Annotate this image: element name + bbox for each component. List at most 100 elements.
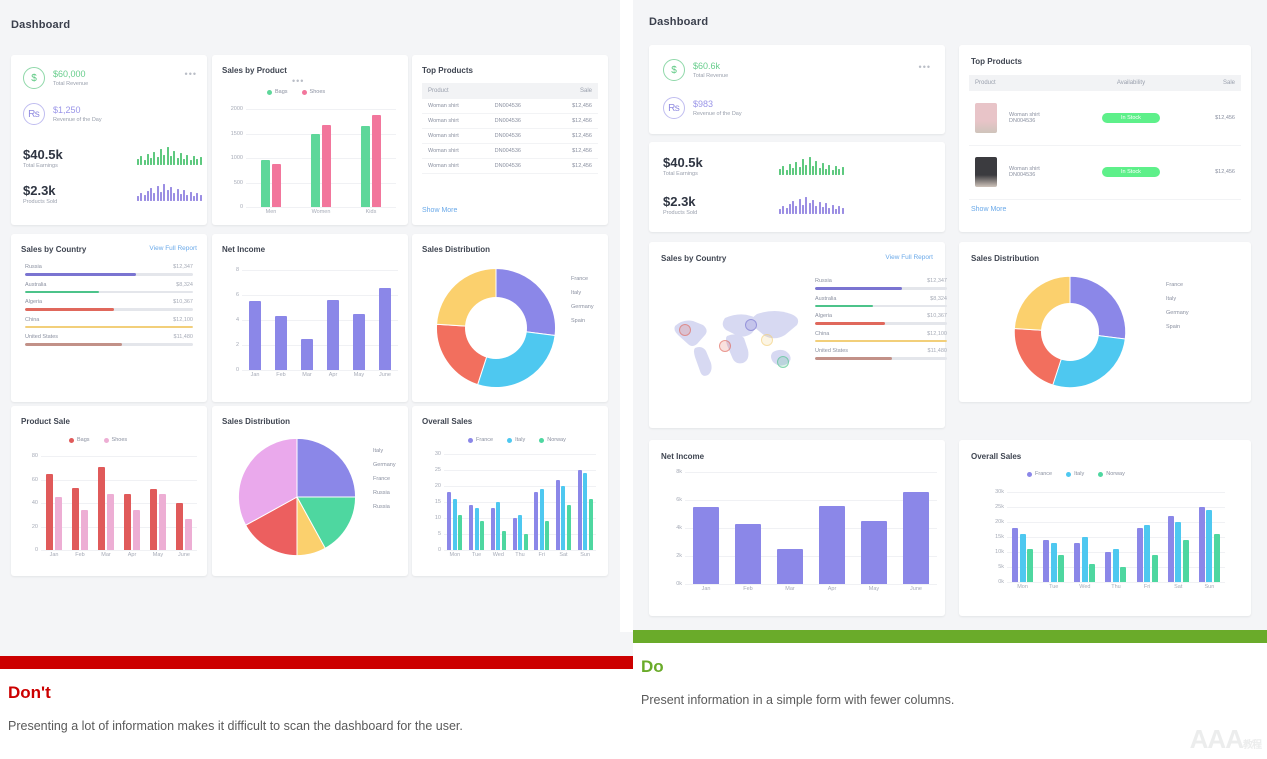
net-income-card: Net Income 0 2 4 6 8 Jan Feb Mar Apr May June: [212, 234, 408, 402]
bar[interactable]: [861, 521, 887, 584]
bar[interactable]: [46, 473, 54, 550]
map-bubble[interactable]: [719, 340, 731, 352]
bar[interactable]: [1198, 507, 1205, 582]
bar[interactable]: [534, 492, 539, 550]
show-more-link[interactable]: Show More: [422, 207, 457, 214]
x-axis-label: Thu: [515, 551, 525, 558]
bar[interactable]: [150, 488, 158, 550]
country-value: $12,100: [173, 316, 193, 323]
bar[interactable]: [1120, 567, 1127, 582]
bar[interactable]: [545, 521, 550, 550]
bar[interactable]: [261, 160, 271, 207]
bar[interactable]: [1012, 528, 1019, 582]
bar[interactable]: [1182, 540, 1189, 582]
table-row[interactable]: Woman shirt DN004536 In Stock $12,456: [969, 145, 1241, 200]
card-menu-icon[interactable]: •••: [185, 69, 197, 79]
bar[interactable]: [54, 497, 62, 550]
card-menu-icon[interactable]: •••: [292, 76, 304, 86]
bar[interactable]: [480, 521, 485, 550]
bar[interactable]: [1058, 555, 1065, 582]
bar[interactable]: [1050, 543, 1057, 582]
bar[interactable]: [555, 479, 560, 550]
bar[interactable]: [777, 549, 803, 584]
bar[interactable]: [447, 492, 452, 550]
show-more-link[interactable]: Show More: [971, 206, 1006, 213]
map-bubble[interactable]: [761, 334, 773, 346]
bar[interactable]: [249, 301, 261, 370]
bar[interactable]: [1213, 534, 1220, 582]
bar[interactable]: [80, 510, 88, 550]
bar[interactable]: [124, 493, 132, 550]
bar[interactable]: [1027, 549, 1034, 582]
bar[interactable]: [72, 487, 80, 550]
bar[interactable]: [275, 316, 287, 370]
bar[interactable]: [1112, 549, 1119, 582]
bar[interactable]: [819, 505, 845, 584]
bar[interactable]: [588, 498, 593, 550]
bar[interactable]: [1167, 516, 1174, 582]
bar[interactable]: [518, 514, 523, 550]
bar[interactable]: [1043, 540, 1050, 582]
bar[interactable]: [1206, 510, 1213, 582]
bar[interactable]: [1105, 552, 1112, 582]
bar[interactable]: [735, 523, 761, 584]
bar[interactable]: [469, 505, 474, 550]
bar[interactable]: [1175, 522, 1182, 582]
bar[interactable]: [501, 530, 506, 550]
bar[interactable]: [1136, 528, 1143, 582]
table-row[interactable]: Woman shirt DN004536 $12,456: [422, 143, 598, 159]
bar[interactable]: [321, 124, 331, 207]
bar[interactable]: [271, 163, 281, 207]
pie-slice[interactable]: [296, 437, 357, 498]
bar[interactable]: [523, 534, 528, 550]
total-earnings-kpi: $40.5k Total Earnings: [23, 147, 63, 169]
bar[interactable]: [158, 493, 166, 550]
bar[interactable]: [1019, 534, 1026, 582]
bar[interactable]: [1144, 525, 1151, 582]
bar[interactable]: [561, 486, 566, 550]
bar[interactable]: [379, 287, 391, 370]
bar[interactable]: [452, 498, 457, 550]
table-row[interactable]: Woman shirt DN004536 In Stock $12,456: [969, 91, 1241, 146]
bar[interactable]: [496, 502, 501, 550]
bar[interactable]: [1089, 564, 1096, 582]
bar[interactable]: [106, 493, 114, 550]
bar[interactable]: [361, 126, 371, 207]
bar[interactable]: [184, 519, 192, 550]
bar[interactable]: [512, 518, 517, 550]
table-row[interactable]: Woman shirt DN004536 $12,456: [422, 158, 598, 174]
bar[interactable]: [1151, 555, 1158, 582]
map-bubble[interactable]: [679, 324, 691, 336]
bar[interactable]: [371, 114, 381, 207]
view-full-report-link[interactable]: View Full Report: [149, 245, 197, 252]
map-bubble[interactable]: [745, 319, 757, 331]
product-sale-card: Product Sale Bags Shoes 0 20 40 60 80 Jan Feb Ma…: [11, 406, 207, 576]
bar[interactable]: [577, 470, 582, 550]
bar[interactable]: [311, 134, 321, 207]
bar[interactable]: [1074, 543, 1081, 582]
map-bubble[interactable]: [777, 356, 789, 368]
bar[interactable]: [301, 338, 313, 370]
view-full-report-link[interactable]: View Full Report: [885, 254, 933, 261]
bar[interactable]: [176, 503, 184, 550]
bar[interactable]: [132, 510, 140, 550]
panel-divider: [620, 0, 633, 632]
bar[interactable]: [327, 300, 339, 370]
bar[interactable]: [458, 514, 463, 550]
availability-cell: In Stock: [1073, 145, 1189, 200]
table-row[interactable]: Woman shirt DN004536 $12,456: [422, 113, 598, 129]
bar[interactable]: [566, 505, 571, 550]
table-row[interactable]: Woman shirt DN004536 $12,456: [422, 99, 598, 114]
bar-group: [895, 472, 937, 584]
bar[interactable]: [98, 466, 106, 550]
bar[interactable]: [474, 508, 479, 550]
bar[interactable]: [539, 489, 544, 550]
card-menu-icon[interactable]: •••: [919, 62, 931, 72]
bar[interactable]: [1081, 537, 1088, 582]
bar[interactable]: [353, 313, 365, 370]
bar[interactable]: [490, 508, 495, 550]
bar[interactable]: [693, 507, 719, 584]
bar[interactable]: [583, 473, 588, 550]
bar[interactable]: [903, 491, 929, 584]
table-row[interactable]: Woman shirt DN004536 $12,456: [422, 128, 598, 144]
